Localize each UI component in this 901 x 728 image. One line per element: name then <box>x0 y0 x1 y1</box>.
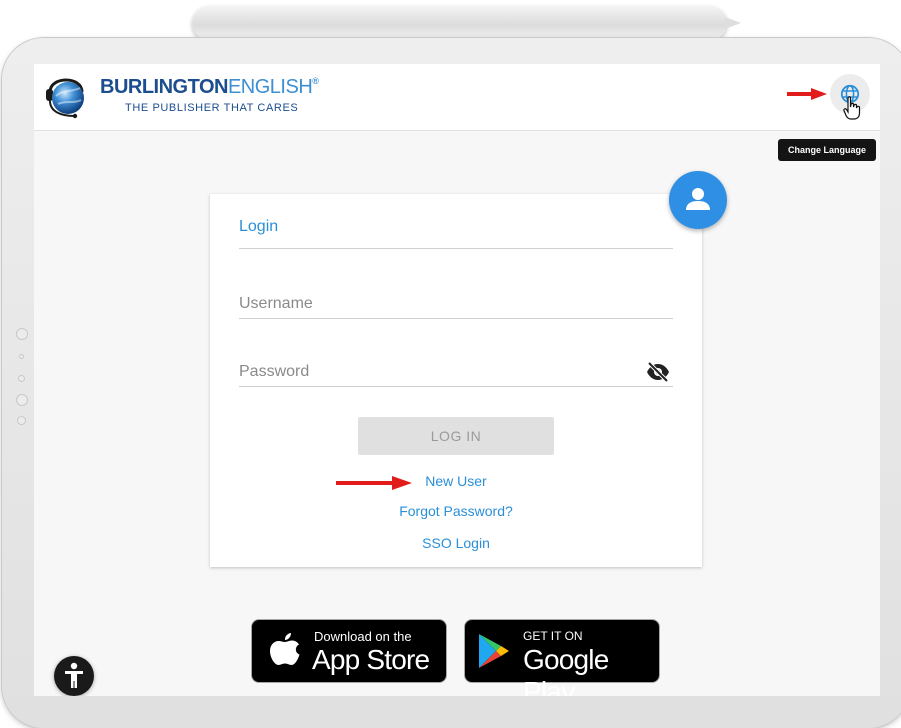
apple-pencil <box>192 6 741 40</box>
username-underline <box>239 318 673 319</box>
user-avatar <box>669 171 727 229</box>
google-play-small-text: GET IT ON <box>523 629 583 643</box>
side-button <box>16 328 28 340</box>
brand-tagline: THE PUBLISHER THAT CARES <box>125 102 299 114</box>
new-user-link[interactable]: New User <box>210 473 702 489</box>
login-card: Login LOG IN New User Forgot Password? S… <box>210 194 702 567</box>
app-screen: BURLINGTONENGLISH® THE PUBLISHER THAT CA… <box>34 64 880 696</box>
red-arrow-annotation <box>787 88 827 100</box>
username-input[interactable] <box>239 292 649 316</box>
google-play-button[interactable]: GET IT ON Google Play <box>464 619 660 696</box>
google-play-big-text: Google Play <box>523 644 609 696</box>
change-language-tooltip: Change Language <box>778 139 876 161</box>
eye-off-icon[interactable] <box>646 362 670 382</box>
side-dot <box>18 375 25 382</box>
sso-login-link[interactable]: SSO Login <box>210 535 702 551</box>
forgot-password-link[interactable]: Forgot Password? <box>210 503 702 519</box>
side-dot <box>19 354 24 359</box>
apple-logo-icon <box>270 633 300 665</box>
change-language-button[interactable] <box>830 74 870 120</box>
title-divider <box>239 248 673 249</box>
login-button[interactable]: LOG IN <box>358 417 554 455</box>
side-button <box>16 394 28 406</box>
hand-cursor-icon <box>843 96 861 120</box>
accessibility-icon <box>65 662 83 688</box>
password-underline <box>239 386 673 387</box>
app-store-small-text: Download on the <box>314 629 412 644</box>
top-header: BURLINGTONENGLISH® THE PUBLISHER THAT CA… <box>34 64 880 131</box>
accessibility-button[interactable] <box>54 656 94 696</box>
app-store-button[interactable]: Download on the App Store <box>251 619 447 683</box>
side-button <box>17 416 26 425</box>
red-arrow-annotation <box>336 476 412 490</box>
google-play-logo-icon <box>479 634 509 668</box>
login-title: Login <box>239 218 279 235</box>
app-store-big-text: App Store <box>312 644 430 675</box>
brand-name: BURLINGTONENGLISH® <box>100 76 319 98</box>
headset-globe-icon <box>46 78 84 119</box>
password-input[interactable] <box>239 360 649 384</box>
user-icon <box>686 188 710 210</box>
